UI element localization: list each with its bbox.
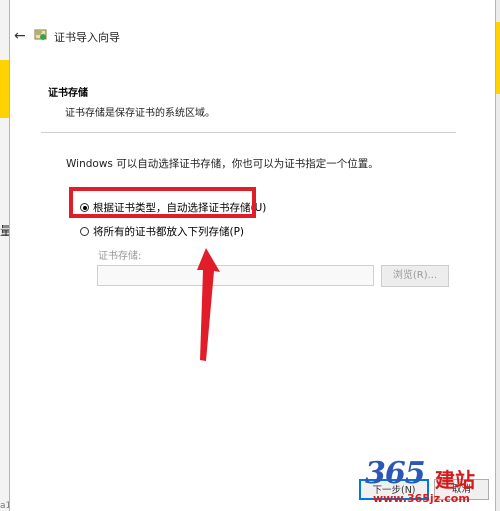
watermark-brand: 建站 [435, 468, 475, 492]
watermark-url: www.365jz.com [373, 492, 470, 505]
red-arrow-annotation [197, 248, 220, 361]
certificate-import-wizard-dialog: ← 证书导入向导 证书存储 证书存储是保存证书的系统区域。 Windows 可以… [9, 0, 496, 511]
background-yellow-block-left [0, 60, 9, 118]
site-watermark: 365 建站 www.365jz.com [365, 456, 495, 508]
watermark-number: 365 [365, 456, 426, 491]
